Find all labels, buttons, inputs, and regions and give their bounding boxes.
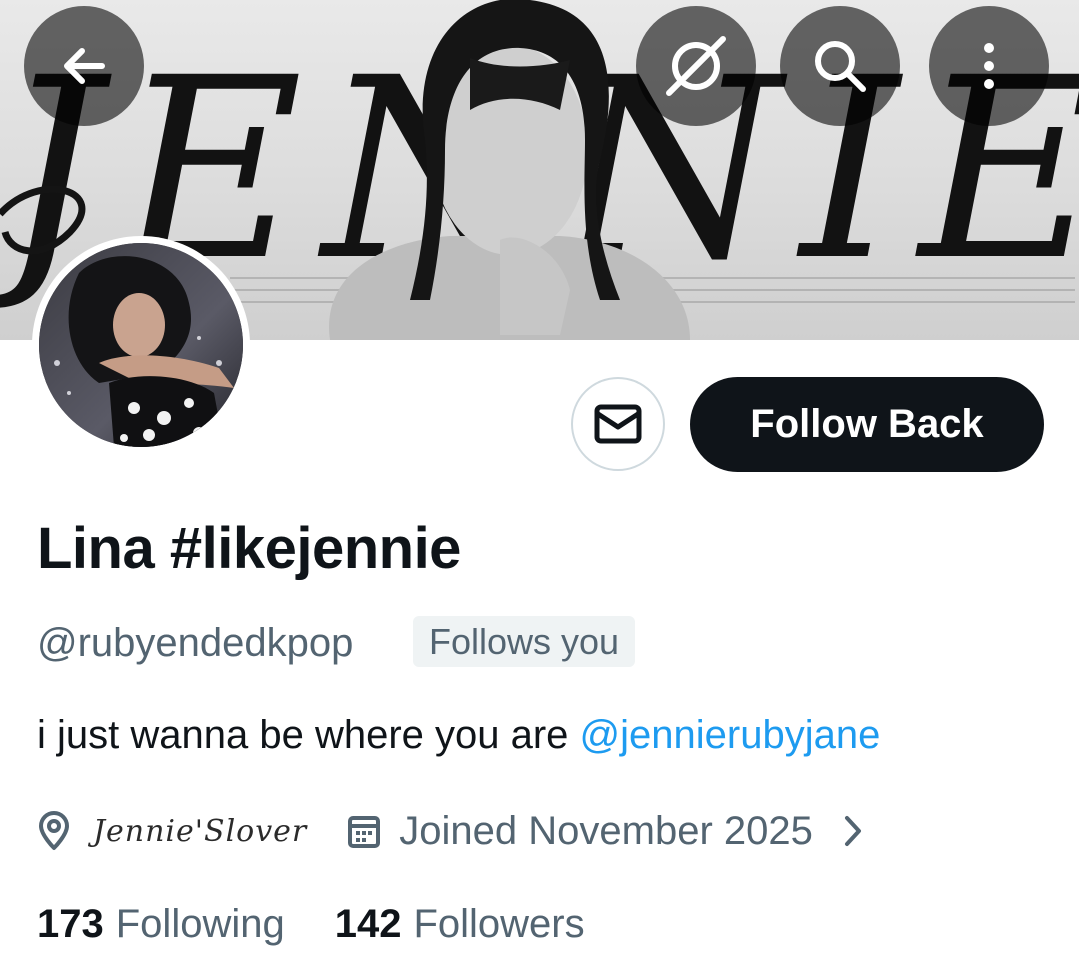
bio: i just wanna be where you are @jennierub…	[37, 713, 880, 758]
user-handle: @rubyendedkpop	[37, 621, 354, 665]
avatar[interactable]	[39, 243, 243, 447]
following-count: 173	[37, 902, 104, 946]
follow-back-button[interactable]: Follow Back	[690, 377, 1044, 472]
more-button[interactable]	[929, 6, 1049, 126]
arrow-left-icon	[64, 48, 105, 84]
avatar-image	[39, 243, 243, 447]
following-stat[interactable]: 173 Following	[37, 902, 285, 947]
follows-you-badge: Follows you	[413, 616, 636, 667]
back-button[interactable]	[24, 6, 144, 126]
followers-label: Followers	[413, 902, 585, 946]
chevron-right-icon	[844, 816, 861, 846]
search-button[interactable]	[780, 6, 900, 126]
joined-text: Joined November 2025	[399, 808, 813, 853]
mail-icon	[594, 404, 642, 444]
profile-meta: Jennie'Slover Joined November 2025	[37, 806, 863, 856]
bio-mention-link[interactable]: @jennierubyjane	[580, 713, 881, 757]
display-name: Lina #likejennie	[37, 516, 461, 581]
no-grok-icon	[666, 36, 726, 96]
message-button[interactable]	[571, 377, 665, 471]
followers-count: 142	[334, 902, 402, 946]
search-icon	[815, 41, 866, 92]
follow-stats: 173 Following 142 Followers	[37, 902, 585, 947]
joined-date[interactable]: Joined November 2025	[347, 809, 863, 854]
grok-button[interactable]	[636, 6, 756, 126]
location-text: Jennie'Slover	[93, 813, 308, 849]
location-pin-icon	[39, 811, 69, 850]
bio-text: i just wanna be where you are	[37, 713, 580, 757]
following-label: Following	[115, 902, 285, 946]
calendar-icon	[348, 816, 381, 848]
more-vertical-icon	[984, 43, 994, 89]
followers-stat[interactable]: 142 Followers	[335, 902, 585, 947]
